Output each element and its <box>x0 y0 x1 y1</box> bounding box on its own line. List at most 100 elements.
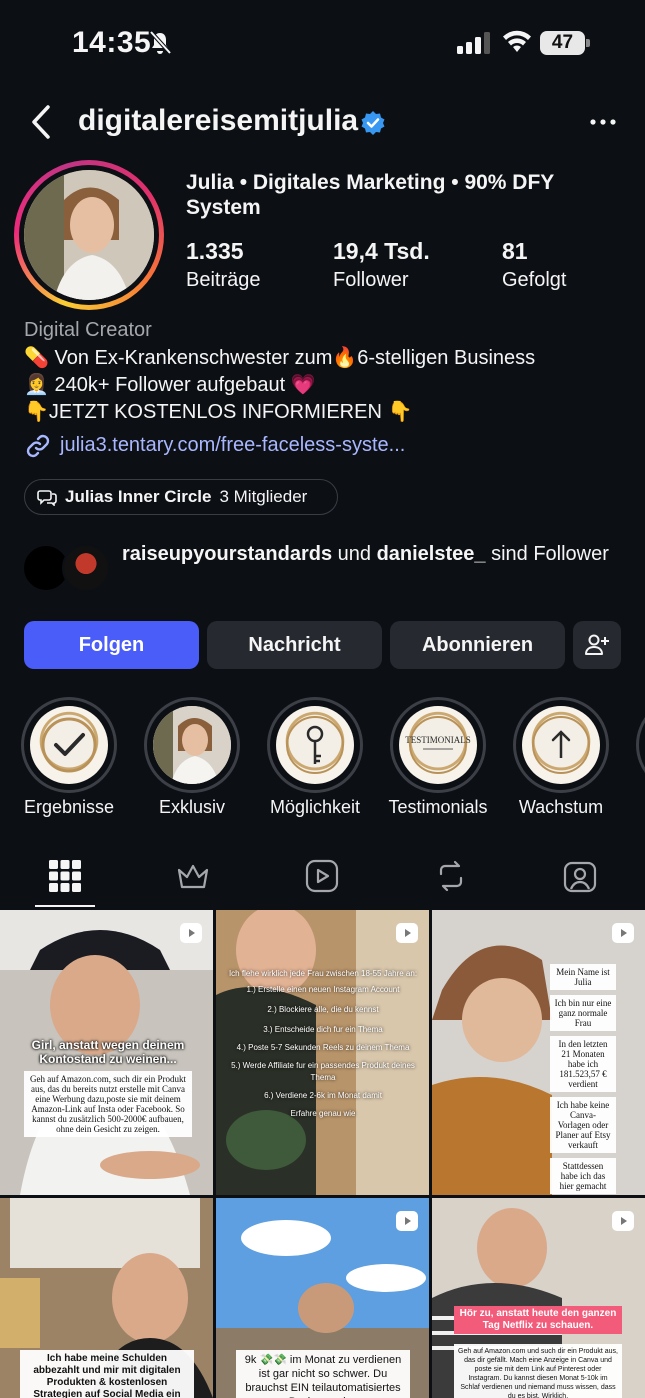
stat-posts-label: Beiträge <box>186 269 261 291</box>
stat-following-value: 81 <box>502 238 528 264</box>
reel-badge-icon <box>612 1211 634 1231</box>
testimonials-badge-text: TESTIMONIALS <box>405 735 471 745</box>
profile-full-name: Julia • Digitales Marketing • 90% DFY Sy… <box>186 171 554 219</box>
reel-badge-icon <box>612 923 634 943</box>
battery-icon: 47 <box>540 31 590 55</box>
post-2-line: 4.) Poste 5-7 Sekunden Reels zu deinem T… <box>236 1043 410 1052</box>
profile-tabs <box>0 850 645 908</box>
post-5-caption: 9k 💸💸 im Monat zu verdienen ist gar nich… <box>236 1350 410 1398</box>
profile-category: Digital Creator <box>24 319 152 341</box>
stat-followers-value: 19,4 Tsd. <box>333 238 430 264</box>
arrow-up-icon <box>532 716 590 774</box>
highlight-exklusiv[interactable]: Exklusiv <box>144 697 240 818</box>
stat-following-label: Gefolgt <box>502 269 567 291</box>
subscribe-button[interactable]: Abonnieren <box>390 621 565 669</box>
profile-avatar[interactable] <box>14 160 164 310</box>
channel-chat-icon <box>37 490 57 506</box>
reel-badge-icon <box>180 923 202 943</box>
followed-by-text[interactable]: raiseupyourstandards und danielstee_ sin… <box>122 541 622 568</box>
highlight-label: Ergebnisse <box>23 797 115 817</box>
battery-level: 47 <box>551 32 574 53</box>
repost-icon[interactable] <box>433 858 469 894</box>
highlight-testimonials[interactable]: TESTIMONIALS Testimonials <box>388 697 488 818</box>
bio-line-3: 👇JETZT KOSTENLOS INFORMIEREN 👇 <box>24 401 413 423</box>
highlight-photo <box>153 706 231 784</box>
post-3-box: Mein Name ist Julia <box>550 964 616 990</box>
profile-link[interactable]: julia3.tentary.com/free-faceless-syste..… <box>60 434 405 457</box>
mutual-user-2[interactable]: danielstee_ <box>377 543 486 565</box>
highlight-label: Möglichkeit <box>269 797 361 817</box>
post-2-caption: Ich flehe wirklich jede Frau zwischen 18… <box>224 968 422 1120</box>
verified-badge-icon <box>361 111 385 135</box>
post-1-body: Geh auf Amazon.com, such dir ein Produkt… <box>24 1071 192 1137</box>
check-icon <box>41 717 97 773</box>
channel-name: Julias Inner Circle <box>65 487 212 506</box>
post-3-box: Ich habe keine Canva-Vorlagen oder Plane… <box>550 1097 616 1153</box>
follow-button[interactable]: Folgen <box>24 621 199 669</box>
post-4-caption: Ich habe meine Schulden abbezahlt und mi… <box>20 1350 194 1398</box>
reel-badge-icon <box>396 1211 418 1231</box>
stat-followers[interactable]: 19,4 Tsd. Follower <box>333 238 430 292</box>
crown-icon[interactable] <box>175 858 211 894</box>
post-2-line: Erfahre genau wie <box>290 1109 356 1118</box>
cellular-signal-icon <box>457 32 490 54</box>
highlight-label: Testimonials <box>388 797 488 817</box>
active-tab-indicator <box>35 905 95 907</box>
mutual-avatar-2 <box>62 544 110 592</box>
followed-by-suffix: sind Follower <box>485 543 609 565</box>
grid-icon[interactable] <box>47 858 83 894</box>
post-2-line: 5.) Werde Affiliate fur ein passendes Pr… <box>231 1061 415 1082</box>
post-2-line: 2.) Blockiere alle, die du kennst <box>267 1005 379 1014</box>
post-tile-1[interactable]: Girl, anstatt wegen deinem Kontostand zu… <box>0 910 213 1195</box>
bell-muted-icon <box>149 30 172 55</box>
post-2-line: Ich flehe wirklich jede Frau zwischen 18… <box>228 969 418 978</box>
post-tile-4[interactable]: Ich habe meine Schulden abbezahlt und mi… <box>0 1198 213 1398</box>
followed-by-and: und <box>332 543 377 565</box>
post-tile-2[interactable]: Ich flehe wirklich jede Frau zwischen 18… <box>216 910 429 1195</box>
highlight-moeglichkeit[interactable]: Möglichkeit <box>267 697 363 818</box>
message-button[interactable]: Nachricht <box>207 621 382 669</box>
add-person-icon <box>585 634 609 655</box>
mutual-user-1[interactable]: raiseupyourstandards <box>122 543 332 565</box>
highlight-label: Wachstum <box>518 797 604 817</box>
post-3-caption: Mein Name ist Julia Ich bin nur eine gan… <box>550 964 616 1194</box>
broadcast-channel-chip[interactable]: Julias Inner Circle 3 Mitglieder <box>24 479 338 515</box>
post-3-box: Ich bin nur eine ganz normale Frau <box>550 995 616 1031</box>
bio-line-1: 💊 Von Ex-Krankenschwester zum🔥6-stellige… <box>24 347 536 369</box>
post-1-title: Girl, anstatt wegen deinem Kontostand zu… <box>31 1038 185 1066</box>
post-2-line: 3.) Entscheide dich fur ein Thema <box>263 1025 383 1034</box>
highlight-ergebnisse[interactable]: Ergebnisse <box>21 697 117 818</box>
profile-photo <box>24 170 154 300</box>
highlight-partial[interactable] <box>636 697 645 793</box>
post-tile-5[interactable]: 9k 💸💸 im Monat zu verdienen ist gar nich… <box>216 1198 429 1398</box>
reels-icon[interactable] <box>304 858 340 894</box>
channel-members: 3 Mitglieder <box>219 487 308 506</box>
wifi-icon <box>503 30 531 52</box>
more-options-icon[interactable] <box>588 110 618 134</box>
bio-line-2: 👩‍💼 240k+ Follower aufgebaut 💗 <box>24 374 316 396</box>
reel-badge-icon <box>396 923 418 943</box>
post-3-box: Stattdessen habe ich das hier gemacht <box>550 1158 616 1194</box>
link-icon <box>26 434 50 458</box>
post-tile-3[interactable]: Mein Name ist Julia Ich bin nur eine gan… <box>432 910 645 1195</box>
highlight-label: Exklusiv <box>158 797 225 817</box>
key-icon <box>286 716 344 774</box>
suggested-users-button[interactable] <box>573 621 621 669</box>
post-6-title: Hör zu, anstatt heute den ganzen Tag Net… <box>454 1306 622 1334</box>
testimonials-badge: TESTIMONIALS <box>405 716 471 774</box>
stat-following[interactable]: 81 Gefolgt <box>502 238 566 292</box>
mutual-follower-avatars[interactable] <box>22 544 112 592</box>
post-6-body: Geh auf Amazon.com und such dir ein Prod… <box>454 1344 622 1398</box>
back-chevron-icon[interactable] <box>28 103 54 141</box>
stat-followers-label: Follower <box>333 269 409 291</box>
post-2-line: 1.) Erstelle einen neuen Instagram Accou… <box>246 985 400 994</box>
post-3-box: In den letzten 21 Monaten habe ich 181.5… <box>550 1036 616 1092</box>
post-2-line: 6.) Verdiene 2-6k im Monat damit <box>264 1091 382 1100</box>
stat-posts[interactable]: 1.335 Beiträge <box>186 238 261 292</box>
post-tile-6[interactable]: Hör zu, anstatt heute den ganzen Tag Net… <box>432 1198 645 1398</box>
status-time: 14:35 <box>72 26 152 59</box>
highlight-wachstum[interactable]: Wachstum <box>513 697 609 818</box>
stat-posts-value: 1.335 <box>186 238 244 264</box>
tagged-icon[interactable] <box>562 858 598 894</box>
profile-username: digitalereisemitjulia <box>78 104 359 137</box>
